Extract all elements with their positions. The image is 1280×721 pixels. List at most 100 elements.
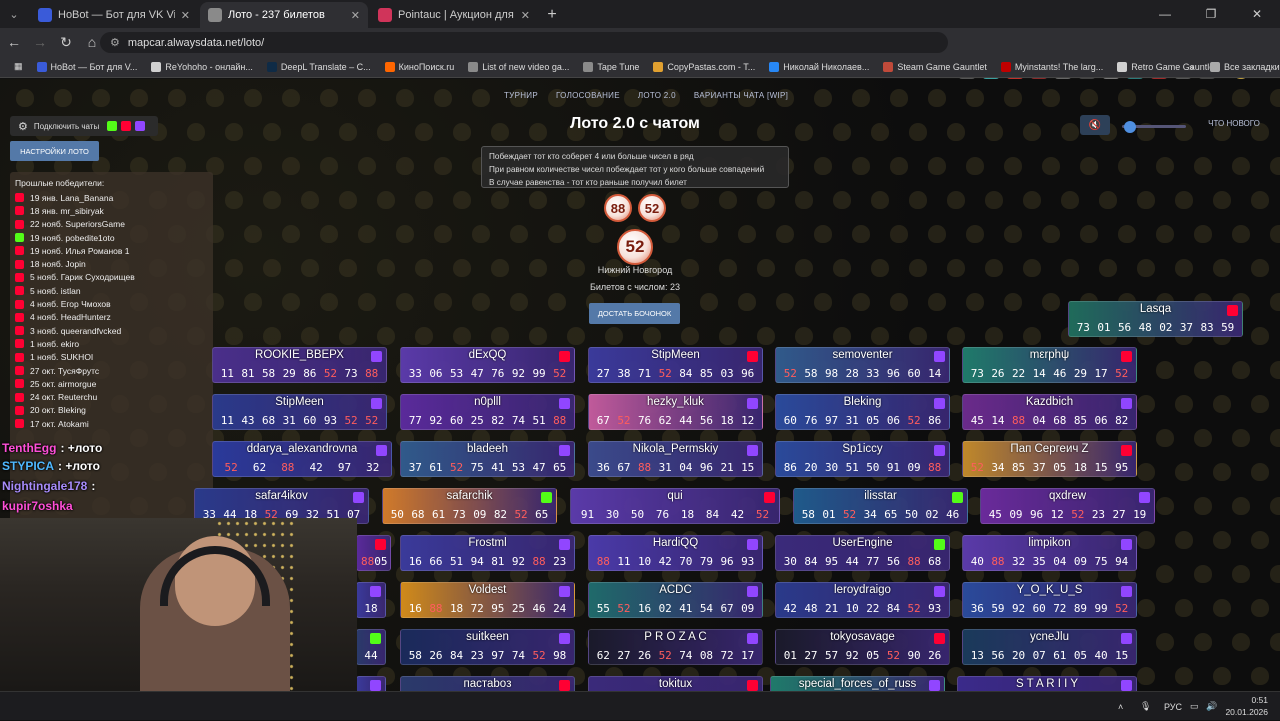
microphone-icon[interactable]: 🎙 — [1140, 692, 1151, 721]
winner-item: 22 нояб. SuperiorsGame — [15, 218, 208, 231]
ticket-owner: hezky_kluk — [647, 396, 704, 408]
ticket-number: 59 — [991, 602, 1005, 615]
bookmark[interactable]: Myinstants! The larg... — [1000, 61, 1103, 72]
draw-barrel-button[interactable]: ДОСТАТЬ БОЧОНОК — [589, 303, 680, 324]
money-bag-icon — [756, 259, 775, 277]
restore-icon[interactable]: ❐ — [1188, 0, 1234, 28]
bookmark[interactable]: Tape Tune — [583, 61, 639, 72]
money-bag-icon — [452, 191, 471, 209]
bookmark[interactable]: List of new video ga... — [468, 61, 569, 72]
ticket-number: 56 — [699, 414, 714, 427]
money-bag-icon — [1174, 191, 1193, 209]
youtube-icon — [15, 326, 24, 336]
money-bag-icon — [1269, 429, 1280, 447]
more-bookmarks-icon[interactable]: » — [1189, 62, 1194, 72]
volume-icon[interactable]: 🔊 — [1206, 692, 1217, 721]
money-bag-icon — [889, 157, 908, 175]
ticket-owner: leroydraigo — [834, 584, 891, 596]
bookmark[interactable]: HoBot — Бот для V... — [36, 61, 137, 72]
rule-line: Побеждает тот кто соберет 4 или больше ч… — [489, 152, 694, 161]
address-bar[interactable]: ⚙ mapcar.alwaysdata.net/loto/ — [100, 32, 948, 53]
ticket-numbers: 01 27 57 92 05 52 90 26 — [776, 647, 949, 664]
ticket-number: 40 — [970, 555, 984, 568]
bookmark[interactable]: DeepL Translate – C... — [266, 61, 371, 72]
youtube-icon — [15, 405, 24, 415]
tab-loto[interactable]: Лото - 237 билетов ✕ — [200, 2, 368, 28]
ticket-number: 74 — [679, 649, 693, 662]
nav-loto[interactable]: ЛОТО 2.0 — [638, 91, 676, 100]
back-icon[interactable]: ← — [2, 30, 26, 54]
money-bag-icon — [946, 259, 965, 277]
winner-text: 5 нояб. istlan — [30, 285, 81, 296]
nav-tournament[interactable]: ТУРНИР — [504, 91, 538, 100]
site-info-icon[interactable]: ⚙ — [110, 36, 120, 49]
forward-icon[interactable]: → — [28, 30, 52, 54]
bookmark[interactable]: CopyPastas.com - T... — [653, 61, 755, 72]
tab-search-button[interactable]: ⌄ — [0, 0, 28, 28]
reload-icon[interactable]: ↻ — [54, 30, 78, 54]
clock[interactable]: 0:51 20.01.2026 — [1225, 694, 1268, 718]
url-text: mapcar.alwaysdata.net/loto/ — [127, 36, 265, 49]
bookmark[interactable]: ReYohoho - онлайн... — [151, 61, 253, 72]
ticket-numbers: 88 05 — [357, 553, 390, 570]
loto-settings-button[interactable]: НАСТРОЙКИ ЛОТО — [10, 141, 99, 161]
ticket-number: 79 — [699, 555, 714, 568]
money-bag-icon — [338, 327, 357, 345]
ticket-number: 96 — [699, 461, 714, 474]
money-bag-icon — [1117, 157, 1136, 175]
network-icon[interactable]: ▭ — [1190, 692, 1199, 721]
ticket-owner: bladeeh — [467, 443, 508, 455]
loto-ticket: Bleking 60 76 97 31 05 06 52 86 — [775, 394, 950, 430]
language-indicator[interactable]: РУС — [1164, 692, 1182, 721]
tab-title: Pointauc | Аукцион для стрима — [398, 9, 515, 21]
all-bookmarks[interactable]: Все закладки — [1210, 61, 1280, 72]
ticket-numbers: 33 06 53 47 76 92 99 52 — [401, 365, 574, 382]
minimize-icon[interactable]: — — [1142, 0, 1188, 28]
ticket-number: 85 — [699, 367, 714, 380]
chat-message: TenthEgg: +лото — [2, 441, 102, 455]
close-tab-icon[interactable]: ✕ — [521, 9, 530, 22]
money-bag-icon — [224, 259, 243, 277]
ticket-number: 50 — [866, 461, 880, 474]
chevron-up-icon[interactable]: ˄ — [1118, 692, 1123, 721]
ticket-number: 52 — [514, 508, 528, 521]
apps-icon[interactable]: ▦ — [14, 61, 23, 72]
money-bag-icon — [775, 225, 794, 243]
money-bag-icon — [794, 191, 813, 209]
new-tab-button[interactable]: + — [538, 2, 566, 28]
loto-ticket: S T A R I I Y — [957, 676, 1137, 691]
speaker-muted-icon[interactable]: 🔇 — [1080, 115, 1110, 135]
connect-chats-button[interactable]: ⚙ Подключить чаты — [10, 116, 158, 136]
bookmark[interactable]: Николай Николаев... — [769, 61, 869, 72]
ticket-owner: HardiQQ — [652, 537, 699, 549]
ticket-numbers: 58 01 52 34 65 50 02 46 — [794, 506, 967, 523]
money-bag-icon — [585, 225, 604, 243]
winner-text: 27 окт. ТусяФрутс — [30, 365, 100, 376]
tab-hobot[interactable]: HoBot — Бот для VK Video Live ✕ — [30, 2, 198, 28]
ticket-owner: tokitux — [658, 678, 693, 690]
whats-new-link[interactable]: ЧТО НОВОГО — [1194, 119, 1274, 128]
nav-voting[interactable]: ГОЛОСОВАНИЕ — [556, 91, 620, 100]
bookmark[interactable]: КиноПоиск.ru — [384, 61, 454, 72]
twitch-icon — [934, 586, 945, 597]
loto-ticket: 18 — [356, 582, 386, 618]
close-window-icon[interactable]: ✕ — [1234, 0, 1280, 28]
tab-pointauc[interactable]: Pointauc | Аукцион для стрима ✕ — [370, 2, 538, 28]
ticket-owner: n0plll — [474, 396, 501, 408]
ticket-number: 01 — [1097, 321, 1111, 334]
nav-chat-variants[interactable]: ВАРИАНТЫ ЧАТА [WIP] — [694, 91, 788, 100]
money-bag-icon — [376, 327, 395, 345]
bookmark[interactable]: Retro Game Gauntlet — [1117, 61, 1217, 72]
volume-slider-knob[interactable] — [1124, 121, 1136, 133]
youtube-icon — [15, 339, 24, 349]
money-bag-icon — [794, 259, 813, 277]
volume-slider[interactable] — [1122, 121, 1186, 133]
close-tab-icon[interactable]: ✕ — [181, 9, 190, 22]
ticket-number: 18 — [364, 602, 378, 615]
bookmark[interactable]: Steam Game Gauntlet — [883, 61, 987, 72]
close-tab-icon[interactable]: ✕ — [351, 9, 360, 22]
globe-favicon-icon — [208, 8, 222, 22]
money-bag-icon — [53, 89, 72, 107]
money-bag-icon — [224, 123, 243, 141]
ticket-number: 09 — [1009, 508, 1023, 521]
